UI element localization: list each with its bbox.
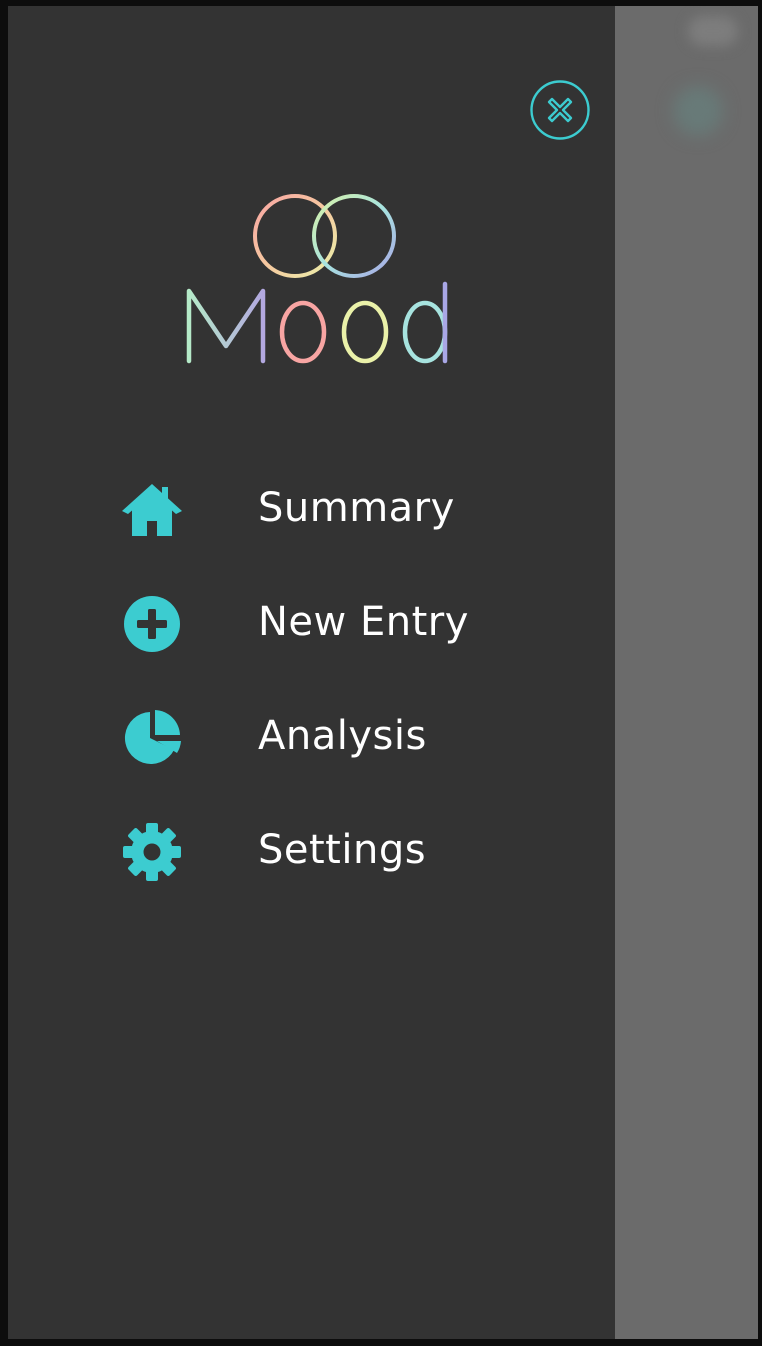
menu-item-label: Analysis xyxy=(258,713,427,759)
gear-icon xyxy=(123,823,181,881)
close-circle-icon xyxy=(530,80,590,140)
menu-item-summary[interactable]: Summary xyxy=(8,451,615,565)
device-frame: Summary New Entry Analysis Settings xyxy=(0,0,762,1346)
background-content-blur xyxy=(688,16,738,46)
menu-item-label: Settings xyxy=(258,827,427,873)
menu-item-new-entry[interactable]: New Entry xyxy=(8,565,615,679)
plus-circle-icon xyxy=(124,596,180,652)
menu-item-analysis[interactable]: Analysis xyxy=(8,679,615,793)
pie-chart-icon xyxy=(124,710,181,764)
menu-item-label: New Entry xyxy=(258,599,469,645)
background-content-blur xyxy=(673,86,723,136)
close-drawer-button[interactable] xyxy=(530,80,590,140)
app-logo xyxy=(168,186,468,386)
menu-item-settings[interactable]: Settings xyxy=(8,793,615,907)
mood-logo-graphic xyxy=(186,194,448,364)
home-icon xyxy=(122,484,182,536)
menu-item-label: Summary xyxy=(258,485,455,531)
app-screen: Summary New Entry Analysis Settings xyxy=(8,6,758,1339)
drawer-menu: Summary New Entry Analysis Settings xyxy=(8,451,615,907)
navigation-drawer: Summary New Entry Analysis Settings xyxy=(8,6,615,1339)
